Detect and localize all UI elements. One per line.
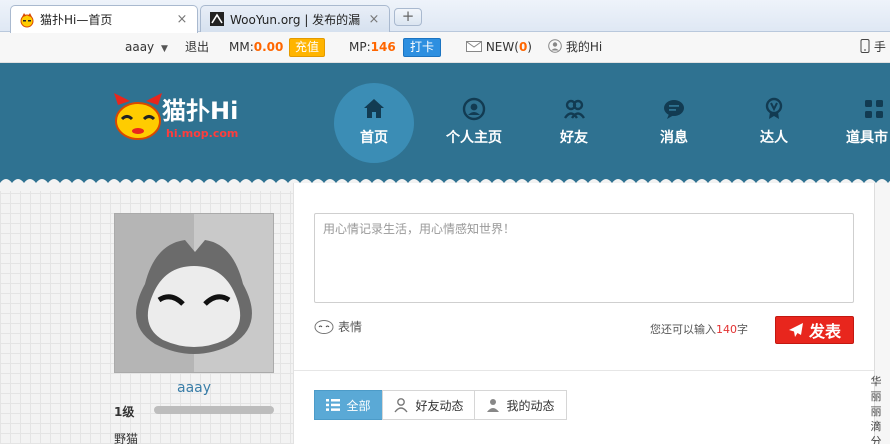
mp-balance: MP:146 xyxy=(349,32,396,63)
level-progress-bar xyxy=(154,406,274,414)
composer-divider xyxy=(294,370,874,371)
charge-wrapper: 充值 xyxy=(289,32,326,63)
nav-label: 达人 xyxy=(760,130,788,146)
checkin-wrapper: 打卡 xyxy=(403,32,442,63)
remaining-characters: 您还可以输入140字 xyxy=(650,321,748,337)
nav-label: 消息 xyxy=(660,130,688,146)
post-button[interactable]: 发表 xyxy=(775,316,854,344)
mobile-phone-icon xyxy=(860,39,870,53)
nav-label: 道具市 xyxy=(846,130,888,146)
emoji-button[interactable]: 表情 xyxy=(314,317,362,335)
nav-store[interactable]: 道具市 xyxy=(834,83,890,163)
nav-experts[interactable]: 达人 xyxy=(734,83,814,163)
logo-subtitle: hi.mop.com xyxy=(166,127,239,140)
browser-tab-wooyun[interactable]: WooYun.org | 发布的漏 × xyxy=(200,5,390,32)
home-icon xyxy=(364,99,384,118)
caret-down-icon: ▼ xyxy=(161,44,168,54)
mm-value: 0.00 xyxy=(253,40,284,54)
emoji-label: 表情 xyxy=(338,319,363,334)
tab-close-icon[interactable]: × xyxy=(367,12,381,27)
mobile-label: 手 xyxy=(873,40,886,54)
tab-title: 猫扑Hi—首页 xyxy=(40,13,113,27)
emoji-face-icon xyxy=(314,320,334,334)
new-messages-link[interactable]: NEW(0) xyxy=(466,32,532,63)
charge-button[interactable]: 充值 xyxy=(289,38,326,57)
mobile-link[interactable]: 手 xyxy=(860,32,886,63)
filter-mine[interactable]: 我的动态 xyxy=(474,390,567,420)
wooyun-favicon-icon xyxy=(209,11,225,27)
remain-count: 140 xyxy=(716,323,737,336)
badge-icon xyxy=(765,97,783,119)
new-label: NEW( xyxy=(485,40,519,54)
list-icon xyxy=(326,399,341,411)
logo-text: 猫扑Hi xyxy=(162,97,239,125)
mm-label: MM: xyxy=(229,40,254,54)
nav-label: 首页 xyxy=(360,130,388,146)
nav-home[interactable]: 首页 xyxy=(334,83,414,163)
logout-link[interactable]: 退出 xyxy=(185,32,209,63)
browser-tab-strip: 猫扑Hi—首页 × WooYun.org | 发布的漏 × + xyxy=(0,0,890,33)
remain-prefix: 您还可以输入 xyxy=(650,323,716,336)
tab-title: WooYun.org | 发布的漏 xyxy=(230,12,361,27)
status-composer-input[interactable]: 用心情记录生活，用心情感知世界！ xyxy=(314,213,854,303)
user-menu-name: aaay xyxy=(125,40,155,54)
site-top-bar: aaay ▼ 退出 MM:0.00 充值 MP:146 打卡 NEW(0) 我的… xyxy=(0,32,890,63)
profile-level: 1级 xyxy=(114,405,135,419)
mp-label: MP: xyxy=(349,40,371,54)
new-tab-button[interactable]: + xyxy=(394,8,422,26)
nav-profile[interactable]: 个人主页 xyxy=(434,83,514,163)
person-icon xyxy=(487,399,500,412)
avatar[interactable] xyxy=(114,213,274,373)
cat-mascot-icon xyxy=(114,93,162,140)
nav-label: 好友 xyxy=(560,130,588,146)
nav-messages[interactable]: 消息 xyxy=(634,83,714,163)
friend-icon xyxy=(394,398,409,413)
send-plane-icon xyxy=(788,323,803,337)
mm-balance: MM:0.00 xyxy=(229,32,283,63)
nav-label: 个人主页 xyxy=(446,130,502,146)
default-avatar-icon xyxy=(136,214,273,372)
user-circle-icon xyxy=(462,97,486,121)
side-vertical-text: 华丽丽滴分 xyxy=(870,375,882,444)
new-close-paren: ) xyxy=(527,40,532,54)
filter-label: 好友动态 xyxy=(415,398,464,413)
apps-icon xyxy=(865,100,883,118)
site-header: 猫扑Hi hi.mop.com 首页 个人主页 好友 消息 达人 道具市 xyxy=(0,63,890,183)
post-label: 发表 xyxy=(808,322,841,341)
nav-friends[interactable]: 好友 xyxy=(534,83,614,163)
checkin-button[interactable]: 打卡 xyxy=(403,38,442,57)
cat-favicon-icon xyxy=(19,12,35,28)
filter-friends[interactable]: 好友动态 xyxy=(382,390,475,420)
person-circle-icon xyxy=(548,39,562,53)
filter-label: 我的动态 xyxy=(506,398,555,413)
remain-suffix: 字 xyxy=(737,323,748,336)
message-icon xyxy=(664,100,684,119)
tab-close-icon[interactable]: × xyxy=(175,12,189,27)
mp-value: 146 xyxy=(370,40,396,54)
my-hi-link[interactable]: 我的Hi xyxy=(548,32,602,63)
profile-rank: 野猫 xyxy=(114,432,139,444)
mail-icon xyxy=(466,41,482,52)
filter-label: 全部 xyxy=(346,398,371,413)
filter-all[interactable]: 全部 xyxy=(314,390,383,420)
user-menu[interactable]: aaay ▼ xyxy=(125,32,168,63)
profile-username[interactable]: aaay xyxy=(114,380,274,396)
friends-icon xyxy=(564,99,585,119)
browser-tab-maopu[interactable]: 猫扑Hi—首页 × xyxy=(10,5,198,33)
my-hi-label: 我的Hi xyxy=(565,40,603,54)
